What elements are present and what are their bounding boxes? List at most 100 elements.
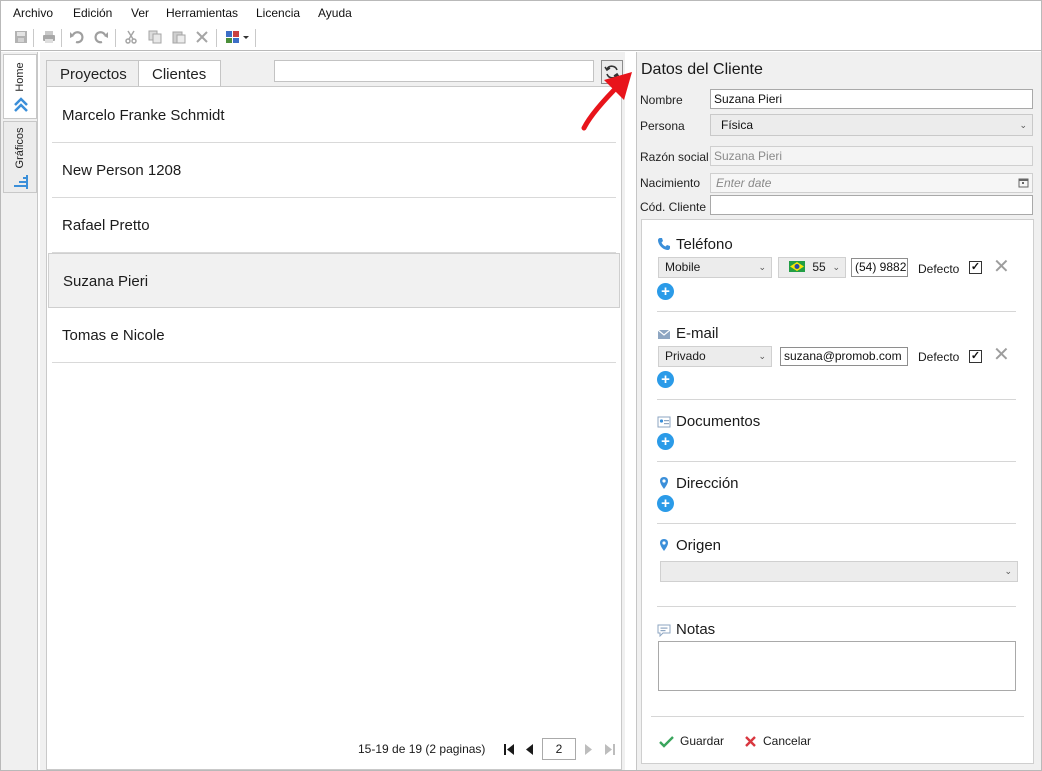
panel-title: Datos del Cliente <box>641 61 763 78</box>
nombre-field[interactable]: Suzana Pieri <box>710 89 1033 109</box>
country-code-select[interactable]: 55 ⌄ <box>778 257 846 278</box>
vtab-home-label: Home <box>14 62 26 92</box>
origen-select[interactable]: ⌄ <box>660 561 1018 582</box>
add-email-button[interactable]: + <box>657 371 674 388</box>
origen-title: Origen <box>676 537 722 554</box>
country-code-value: 55 <box>812 260 826 274</box>
list-item[interactable]: New Person 1208 <box>52 143 616 198</box>
previous-page-icon[interactable] <box>524 743 534 756</box>
print-icon[interactable] <box>40 28 58 46</box>
divider <box>657 523 1016 524</box>
cod-cliente-field[interactable] <box>710 195 1033 215</box>
list-item[interactable]: Rafael Pretto <box>52 198 616 253</box>
brazil-flag-icon <box>789 261 805 272</box>
email-type-select[interactable]: Privado ⌄ <box>658 346 772 367</box>
envelope-icon <box>657 329 671 339</box>
add-phone-button[interactable]: + <box>657 283 674 300</box>
email-default-label: Defecto <box>918 350 960 364</box>
menu-ayuda[interactable]: Ayuda <box>318 6 352 20</box>
tab-proyectos[interactable]: Proyectos <box>46 60 139 87</box>
persona-select[interactable]: Física ⌄ <box>710 114 1033 136</box>
comment-icon <box>657 624 671 637</box>
cod-cliente-label: Cód. Cliente <box>640 200 707 214</box>
phone-default-checkbox[interactable]: ✓ <box>969 261 982 274</box>
add-document-button[interactable]: + <box>657 433 674 450</box>
location-pin-icon <box>660 477 668 489</box>
phone-delete-icon[interactable]: ✕ <box>993 257 1010 277</box>
divider <box>657 399 1016 400</box>
divider <box>651 716 1024 717</box>
add-address-button[interactable]: + <box>657 495 674 512</box>
telefono-title: Teléfono <box>676 236 733 253</box>
nombre-label: Nombre <box>640 93 683 107</box>
direccion-title: Dirección <box>676 475 739 492</box>
phone-type-value: Mobile <box>665 260 701 274</box>
copy-icon[interactable] <box>146 28 164 46</box>
email-title: E-mail <box>676 325 719 342</box>
save-icon[interactable] <box>12 28 30 46</box>
cancelar-label: Cancelar <box>763 734 812 748</box>
menu-edicion[interactable]: Edición <box>73 6 112 20</box>
razon-social-field: Suzana Pieri <box>710 146 1033 166</box>
documentos-title: Documentos <box>676 413 761 430</box>
divider <box>657 311 1016 312</box>
cancelar-button[interactable]: Cancelar <box>744 734 811 748</box>
tab-clientes[interactable]: Clientes <box>138 60 221 88</box>
phone-type-select[interactable]: Mobile ⌄ <box>658 257 772 278</box>
cut-icon[interactable] <box>122 28 140 46</box>
guardar-label: Guardar <box>680 734 725 748</box>
calendar-icon[interactable] <box>1018 177 1029 188</box>
cancel-x-icon <box>745 735 756 747</box>
redo-icon[interactable] <box>92 28 110 46</box>
divider <box>657 461 1016 462</box>
phone-number-input[interactable]: (54) 98825 <box>851 258 908 277</box>
location-pin-icon <box>660 539 668 551</box>
menu-herramientas[interactable]: Herramientas <box>166 6 238 20</box>
email-type-value: Privado <box>665 349 706 363</box>
persona-value: Física <box>721 118 754 132</box>
email-default-checkbox[interactable]: ✓ <box>969 350 982 363</box>
first-page-icon[interactable] <box>503 743 515 756</box>
divider <box>657 606 1016 607</box>
toolbar <box>1 25 1041 51</box>
email-delete-icon[interactable]: ✕ <box>993 345 1010 365</box>
page-number-input[interactable]: 2 <box>542 738 576 760</box>
delete-icon[interactable] <box>193 28 211 46</box>
id-card-icon <box>657 416 671 428</box>
email-input[interactable]: suzana@promob.com <box>780 347 908 366</box>
notes-textarea[interactable] <box>658 641 1016 691</box>
layout-icon[interactable] <box>224 28 252 46</box>
persona-label: Persona <box>640 119 685 133</box>
list-item[interactable]: Tomas e Nicole <box>52 308 616 363</box>
nacimiento-label: Nacimiento <box>640 176 701 190</box>
vtab-home[interactable]: Home <box>3 54 37 119</box>
paste-icon[interactable] <box>170 28 188 46</box>
phone-icon <box>658 238 670 250</box>
home-chevron-icon <box>14 97 28 112</box>
list-item[interactable]: Marcelo Franke Schmidt <box>52 88 616 143</box>
chevron-down-icon: ⌄ <box>1019 120 1027 130</box>
last-page-icon[interactable] <box>604 743 616 756</box>
chevron-down-icon: ⌄ <box>832 262 840 272</box>
menu-licencia[interactable]: Licencia <box>256 6 300 20</box>
search-input[interactable] <box>274 60 594 82</box>
vertical-tab-bar: Home Gráficos <box>1 52 38 770</box>
chevron-down-icon: ⌄ <box>758 351 766 361</box>
phone-default-label: Defecto <box>918 262 960 276</box>
nacimiento-field[interactable]: Enter date <box>710 173 1033 193</box>
chevron-down-icon: ⌄ <box>1004 566 1012 576</box>
guardar-button[interactable]: Guardar <box>659 734 724 748</box>
bar-chart-icon <box>14 175 28 189</box>
vtab-graficos-label: Gráficos <box>14 127 26 169</box>
notas-title: Notas <box>676 621 716 638</box>
checkmark-icon <box>659 735 674 748</box>
pager-status: 15-19 de 19 (2 paginas) <box>358 742 486 756</box>
vtab-graficos[interactable]: Gráficos <box>3 121 37 193</box>
list-item-selected[interactable]: Suzana Pieri <box>48 253 620 308</box>
undo-icon[interactable] <box>68 28 86 46</box>
menu-ver[interactable]: Ver <box>131 6 149 20</box>
next-page-icon[interactable] <box>584 743 594 756</box>
menu-archivo[interactable]: Archivo <box>13 6 53 20</box>
nacimiento-placeholder: Enter date <box>716 176 772 190</box>
menu-bar: Archivo Edición Ver Herramientas Licenci… <box>1 1 1041 25</box>
